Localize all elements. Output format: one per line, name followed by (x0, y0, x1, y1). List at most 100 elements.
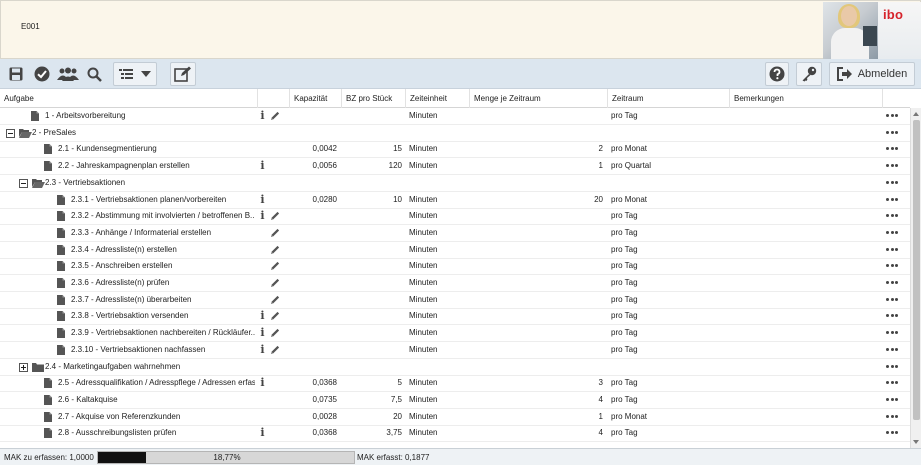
info-icon[interactable]: i (259, 427, 266, 439)
table-row[interactable]: 2.3.6 - Adressliste(n) prüfen Minuten pro … (0, 275, 910, 292)
task-label[interactable]: 2.3.8 - Vertriebsaktion versenden (71, 308, 255, 324)
table-row[interactable]: 1 - Arbeitsvorbereitung i Minuten pro Tag (0, 108, 910, 125)
logout-button[interactable]: Abmelden (829, 62, 915, 86)
remarks-cell[interactable] (733, 225, 881, 241)
confirm-button[interactable] (31, 62, 53, 86)
info-icon[interactable]: i (259, 327, 266, 339)
info-icon[interactable]: i (259, 377, 266, 389)
more-options-icon[interactable] (886, 264, 898, 268)
table-row[interactable]: 2.5 - Adressqualifikation / Adresspflege… (0, 375, 910, 393)
column-header-aufgabe[interactable]: Aufgabe (0, 89, 257, 108)
more-options-icon[interactable] (886, 114, 898, 118)
remarks-cell[interactable] (733, 192, 881, 208)
task-label[interactable]: 1 - Arbeitsvorbereitung (45, 108, 255, 124)
pencil-icon[interactable] (270, 345, 280, 357)
task-label[interactable]: 2.3.7 - Adressliste(n) überarbeiten (71, 292, 255, 308)
task-label[interactable]: 2.3 - Vertriebsaktionen (45, 175, 255, 191)
pencil-icon[interactable] (270, 211, 280, 223)
info-icon[interactable]: i (259, 193, 266, 206)
pencil-icon[interactable] (270, 228, 280, 240)
task-label[interactable]: 2 - PreSales (32, 125, 255, 141)
more-options-icon[interactable] (886, 297, 898, 302)
collapse-toggle-icon[interactable] (19, 178, 28, 188)
more-options-icon[interactable] (886, 230, 898, 235)
remarks-cell[interactable] (733, 292, 881, 308)
table-row[interactable]: 2 - PreSales (0, 125, 910, 142)
scroll-down-icon[interactable] (913, 440, 919, 444)
task-label[interactable]: 2.3.6 - Adressliste(n) prüfen (71, 275, 255, 291)
remarks-cell[interactable] (733, 375, 881, 391)
remarks-cell[interactable] (733, 308, 881, 324)
remarks-cell[interactable] (733, 158, 881, 174)
search-button[interactable] (84, 62, 104, 86)
task-label[interactable]: 2.5 - Adressqualifikation / Adresspflege… (58, 375, 255, 391)
column-header-kapazitaet[interactable]: Kapazität (289, 89, 341, 108)
remarks-cell[interactable] (733, 392, 881, 408)
task-label[interactable]: 2.3.5 - Anschreiben erstellen (71, 258, 255, 274)
pencil-icon[interactable] (270, 328, 280, 340)
task-label[interactable]: 2.8 - Ausschreibungslisten prüfen (58, 425, 255, 441)
table-row[interactable]: 2.3.3 - Anhänge / Informaterial erstelle… (0, 225, 910, 242)
users-button[interactable] (56, 62, 80, 86)
pencil-icon[interactable] (270, 311, 280, 323)
more-options-icon[interactable] (886, 381, 898, 385)
task-label[interactable]: 2.3.3 - Anhänge / Informaterial erstelle… (71, 225, 255, 241)
column-header-bz-pro-stueck[interactable]: BZ pro Stück (341, 89, 405, 108)
column-header-menge-je-zeitraum[interactable]: Menge je Zeitraum (469, 89, 607, 108)
scroll-up-icon[interactable] (913, 112, 919, 116)
table-row[interactable]: 2.3.7 - Adressliste(n) überarbeiten Minut… (0, 292, 910, 309)
task-label[interactable]: 2.3.1 - Vertriebsaktionen planen/vorbere… (71, 192, 255, 208)
remarks-cell[interactable] (733, 258, 881, 274)
remarks-cell[interactable] (733, 275, 881, 291)
task-label[interactable]: 2.1 - Kundensegmentierung (58, 141, 255, 157)
table-row[interactable]: 2.2 - Jahreskampagnenplan erstellen i 0,00… (0, 158, 910, 176)
info-icon[interactable]: i (259, 210, 266, 222)
table-row[interactable]: 2.3.10 - Vertriebsaktionen nachfassen i Mi… (0, 342, 910, 359)
more-options-icon[interactable] (886, 431, 898, 435)
info-icon[interactable]: i (259, 160, 266, 172)
table-row[interactable]: 2.3.4 - Adressliste(n) erstellen Minuten p… (0, 242, 910, 259)
more-options-icon[interactable] (886, 314, 898, 318)
table-row[interactable]: 2.3.8 - Vertriebsaktion versenden i Minute… (0, 308, 910, 326)
remarks-cell[interactable] (733, 208, 881, 224)
pencil-icon[interactable] (270, 111, 280, 123)
table-row[interactable]: 2.6 - Kaltakquise 0,0735 7,5 Minuten 4 pro Ta… (0, 392, 910, 409)
pencil-icon[interactable] (270, 278, 280, 290)
remarks-cell[interactable] (733, 175, 881, 191)
more-options-icon[interactable] (886, 247, 898, 252)
column-header-zeiteinheit[interactable]: Zeiteinheit (405, 89, 469, 108)
table-row[interactable]: 2.1 - Kundensegmentierung 0,0042 15 Minuten… (0, 141, 910, 159)
table-row[interactable]: 2.7 - Akquise von Referenzkunden 0,0028 20… (0, 409, 910, 426)
column-header-bemerkungen[interactable]: Bemerkungen (729, 89, 882, 108)
more-options-icon[interactable] (886, 197, 898, 202)
table-row[interactable]: 2.4 - Marketingaufgaben wahrnehmen (0, 359, 910, 376)
more-options-icon[interactable] (886, 331, 898, 335)
collapse-toggle-icon[interactable] (6, 128, 15, 138)
pencil-icon[interactable] (270, 295, 280, 307)
more-options-icon[interactable] (886, 130, 898, 135)
pencil-icon[interactable] (270, 261, 280, 273)
scroll-thumb[interactable] (913, 120, 920, 420)
table-row[interactable]: 2.3.5 - Anschreiben erstellen Minuten pro … (0, 258, 910, 276)
edit-button[interactable] (170, 62, 196, 86)
more-options-icon[interactable] (886, 147, 898, 151)
task-label[interactable]: 2.3.4 - Adressliste(n) erstellen (71, 242, 255, 258)
info-icon[interactable]: i (259, 343, 266, 356)
password-button[interactable] (796, 62, 822, 86)
more-options-icon[interactable] (886, 414, 898, 419)
help-button[interactable] (765, 62, 789, 86)
more-options-icon[interactable] (886, 397, 898, 402)
task-label[interactable]: 2.7 - Akquise von Referenzkunden (58, 409, 255, 425)
remarks-cell[interactable] (733, 425, 881, 441)
remarks-cell[interactable] (733, 242, 881, 258)
table-row[interactable]: 2.3.9 - Vertriebsaktionen nachbereiten /… (0, 325, 910, 343)
task-label[interactable]: 2.4 - Marketingaufgaben wahrnehmen (45, 359, 255, 375)
task-label[interactable]: 2.3.10 - Vertriebsaktionen nachfassen (71, 342, 255, 358)
remarks-cell[interactable] (733, 325, 881, 341)
view-dropdown-button[interactable] (113, 62, 157, 86)
table-row[interactable]: 2.8 - Ausschreibungslisten prüfen i 0,0368… (0, 425, 910, 443)
task-label[interactable]: 2.6 - Kaltakquise (58, 392, 255, 408)
task-label[interactable]: 2.2 - Jahreskampagnenplan erstellen (58, 158, 255, 174)
more-options-icon[interactable] (886, 281, 898, 285)
save-button[interactable] (6, 62, 26, 86)
